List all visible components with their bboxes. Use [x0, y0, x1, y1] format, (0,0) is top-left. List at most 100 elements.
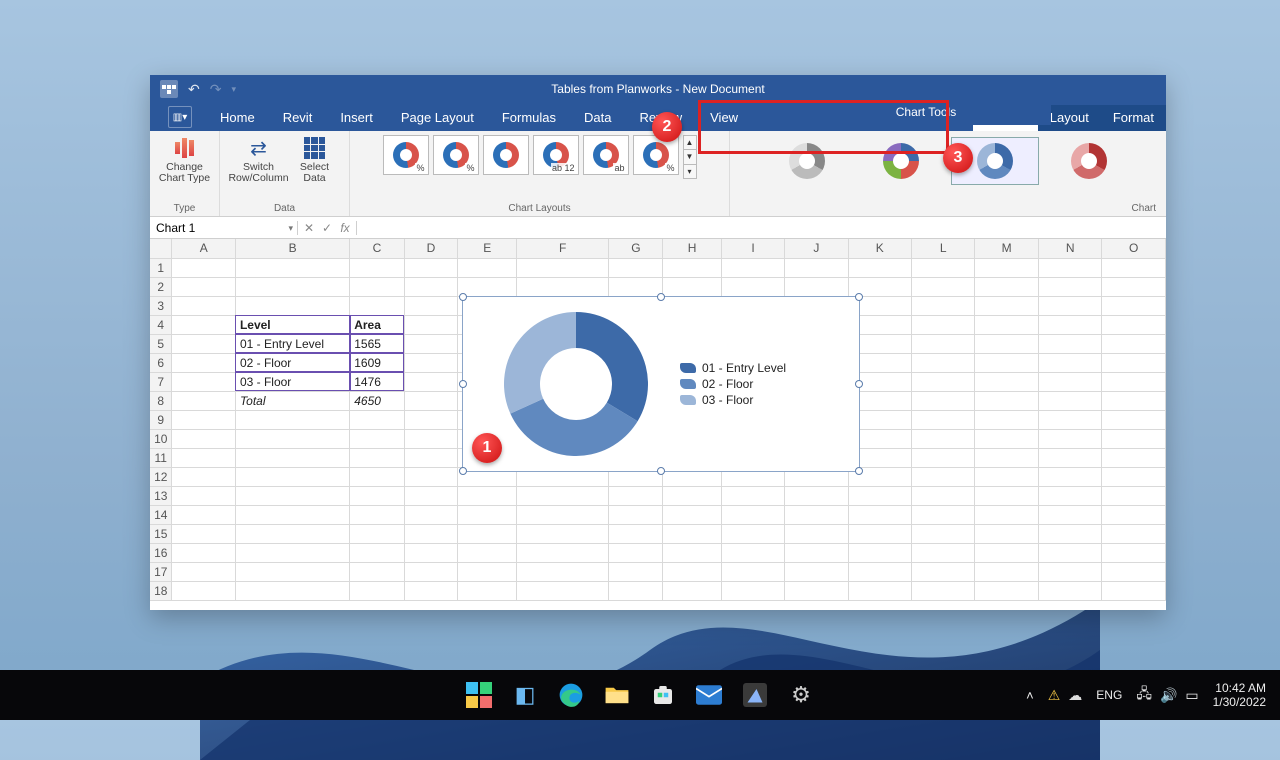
cell-O1[interactable] — [1102, 258, 1166, 277]
cell-O9[interactable] — [1102, 410, 1166, 429]
tab-revit[interactable]: Revit — [271, 105, 325, 131]
cell-O4[interactable] — [1102, 315, 1166, 334]
chart-style-1[interactable] — [763, 137, 851, 185]
cell-C18[interactable] — [350, 581, 404, 600]
start-button[interactable] — [464, 680, 494, 710]
cell-L7[interactable] — [912, 372, 975, 391]
cell-C15[interactable] — [350, 524, 404, 543]
cell-M4[interactable] — [975, 315, 1039, 334]
cell-B5[interactable]: 01 - Entry Level — [235, 334, 349, 353]
cell-N16[interactable] — [1038, 543, 1101, 562]
cell-F16[interactable] — [517, 543, 609, 562]
cell-A6[interactable] — [172, 353, 235, 372]
cell-M3[interactable] — [975, 296, 1039, 315]
cell-B8[interactable]: Total — [235, 391, 349, 410]
weather-icon[interactable]: ☁ — [1068, 687, 1082, 704]
cell-C9[interactable] — [350, 410, 404, 429]
task-view-icon[interactable]: ◧ — [510, 680, 540, 710]
cell-L18[interactable] — [912, 581, 975, 600]
cell-N12[interactable] — [1038, 467, 1101, 486]
cell-L14[interactable] — [912, 505, 975, 524]
cell-O13[interactable] — [1102, 486, 1166, 505]
cell-M18[interactable] — [975, 581, 1039, 600]
cell-M17[interactable] — [975, 562, 1039, 581]
cell-K15[interactable] — [848, 524, 911, 543]
cell-G13[interactable] — [609, 486, 663, 505]
cell-D9[interactable] — [404, 410, 458, 429]
cell-A2[interactable] — [172, 277, 235, 296]
cell-E15[interactable] — [458, 524, 517, 543]
cell-L5[interactable] — [912, 334, 975, 353]
cell-H16[interactable] — [663, 543, 722, 562]
cell-F15[interactable] — [517, 524, 609, 543]
cell-N4[interactable] — [1038, 315, 1101, 334]
cell-L9[interactable] — [912, 410, 975, 429]
cell-N9[interactable] — [1038, 410, 1101, 429]
cell-A16[interactable] — [172, 543, 235, 562]
cell-D6[interactable] — [404, 353, 458, 372]
col-header-L[interactable]: L — [912, 239, 975, 258]
cell-G17[interactable] — [609, 562, 663, 581]
cell-N17[interactable] — [1038, 562, 1101, 581]
cell-L12[interactable] — [912, 467, 975, 486]
cell-M11[interactable] — [975, 448, 1039, 467]
row-header-15[interactable]: 15 — [150, 524, 172, 543]
col-header-D[interactable]: D — [404, 239, 458, 258]
cell-K17[interactable] — [848, 562, 911, 581]
row-header-12[interactable]: 12 — [150, 467, 172, 486]
cell-B10[interactable] — [235, 429, 349, 448]
cell-C14[interactable] — [350, 505, 404, 524]
cell-B6[interactable]: 02 - Floor — [235, 353, 349, 372]
col-header-I[interactable]: I — [721, 239, 784, 258]
cell-F2[interactable] — [517, 277, 609, 296]
cell-C5[interactable]: 1565 — [350, 334, 404, 353]
change-chart-type-button[interactable]: Change Chart Type — [159, 135, 211, 184]
cell-B13[interactable] — [235, 486, 349, 505]
sheet-grid[interactable]: ABCDEFGHIJKLMNO 1234LevelArea501 - Entry… — [150, 239, 1166, 610]
cell-M13[interactable] — [975, 486, 1039, 505]
tab-design[interactable]: Design — [973, 105, 1037, 131]
cell-L13[interactable] — [912, 486, 975, 505]
tab-home[interactable]: Home — [208, 105, 267, 131]
cell-B3[interactable] — [235, 296, 349, 315]
cell-A17[interactable] — [172, 562, 235, 581]
cell-D12[interactable] — [404, 467, 458, 486]
cell-M1[interactable] — [975, 258, 1039, 277]
tray-chevron-icon[interactable]: ˄ — [1026, 688, 1034, 703]
cell-E13[interactable] — [458, 486, 517, 505]
cell-I14[interactable] — [721, 505, 784, 524]
cell-D11[interactable] — [404, 448, 458, 467]
cell-F18[interactable] — [517, 581, 609, 600]
cell-F17[interactable] — [517, 562, 609, 581]
layout-gallery-spinner[interactable]: ▲▼▾ — [683, 135, 697, 179]
cell-N18[interactable] — [1038, 581, 1101, 600]
cell-L4[interactable] — [912, 315, 975, 334]
cell-C12[interactable] — [350, 467, 404, 486]
cell-E17[interactable] — [458, 562, 517, 581]
cell-N15[interactable] — [1038, 524, 1101, 543]
cell-N11[interactable] — [1038, 448, 1101, 467]
cell-M16[interactable] — [975, 543, 1039, 562]
cell-N6[interactable] — [1038, 353, 1101, 372]
cell-D5[interactable] — [404, 334, 458, 353]
cell-O10[interactable] — [1102, 429, 1166, 448]
cell-N13[interactable] — [1038, 486, 1101, 505]
store-icon[interactable] — [648, 680, 678, 710]
cell-G16[interactable] — [609, 543, 663, 562]
select-all-corner[interactable] — [150, 239, 172, 258]
cell-M2[interactable] — [975, 277, 1039, 296]
cell-D16[interactable] — [404, 543, 458, 562]
cell-J18[interactable] — [785, 581, 848, 600]
chart-layout-2[interactable]: % — [433, 135, 479, 175]
tab-layout[interactable]: Layout — [1038, 105, 1101, 131]
cell-J16[interactable] — [785, 543, 848, 562]
cell-L3[interactable] — [912, 296, 975, 315]
cell-O12[interactable] — [1102, 467, 1166, 486]
donut-slice-0[interactable] — [576, 312, 648, 421]
row-header-11[interactable]: 11 — [150, 448, 172, 467]
app-icon[interactable] — [160, 80, 178, 98]
cell-D4[interactable] — [404, 315, 458, 334]
cell-D3[interactable] — [404, 296, 458, 315]
cell-E16[interactable] — [458, 543, 517, 562]
cell-A9[interactable] — [172, 410, 235, 429]
